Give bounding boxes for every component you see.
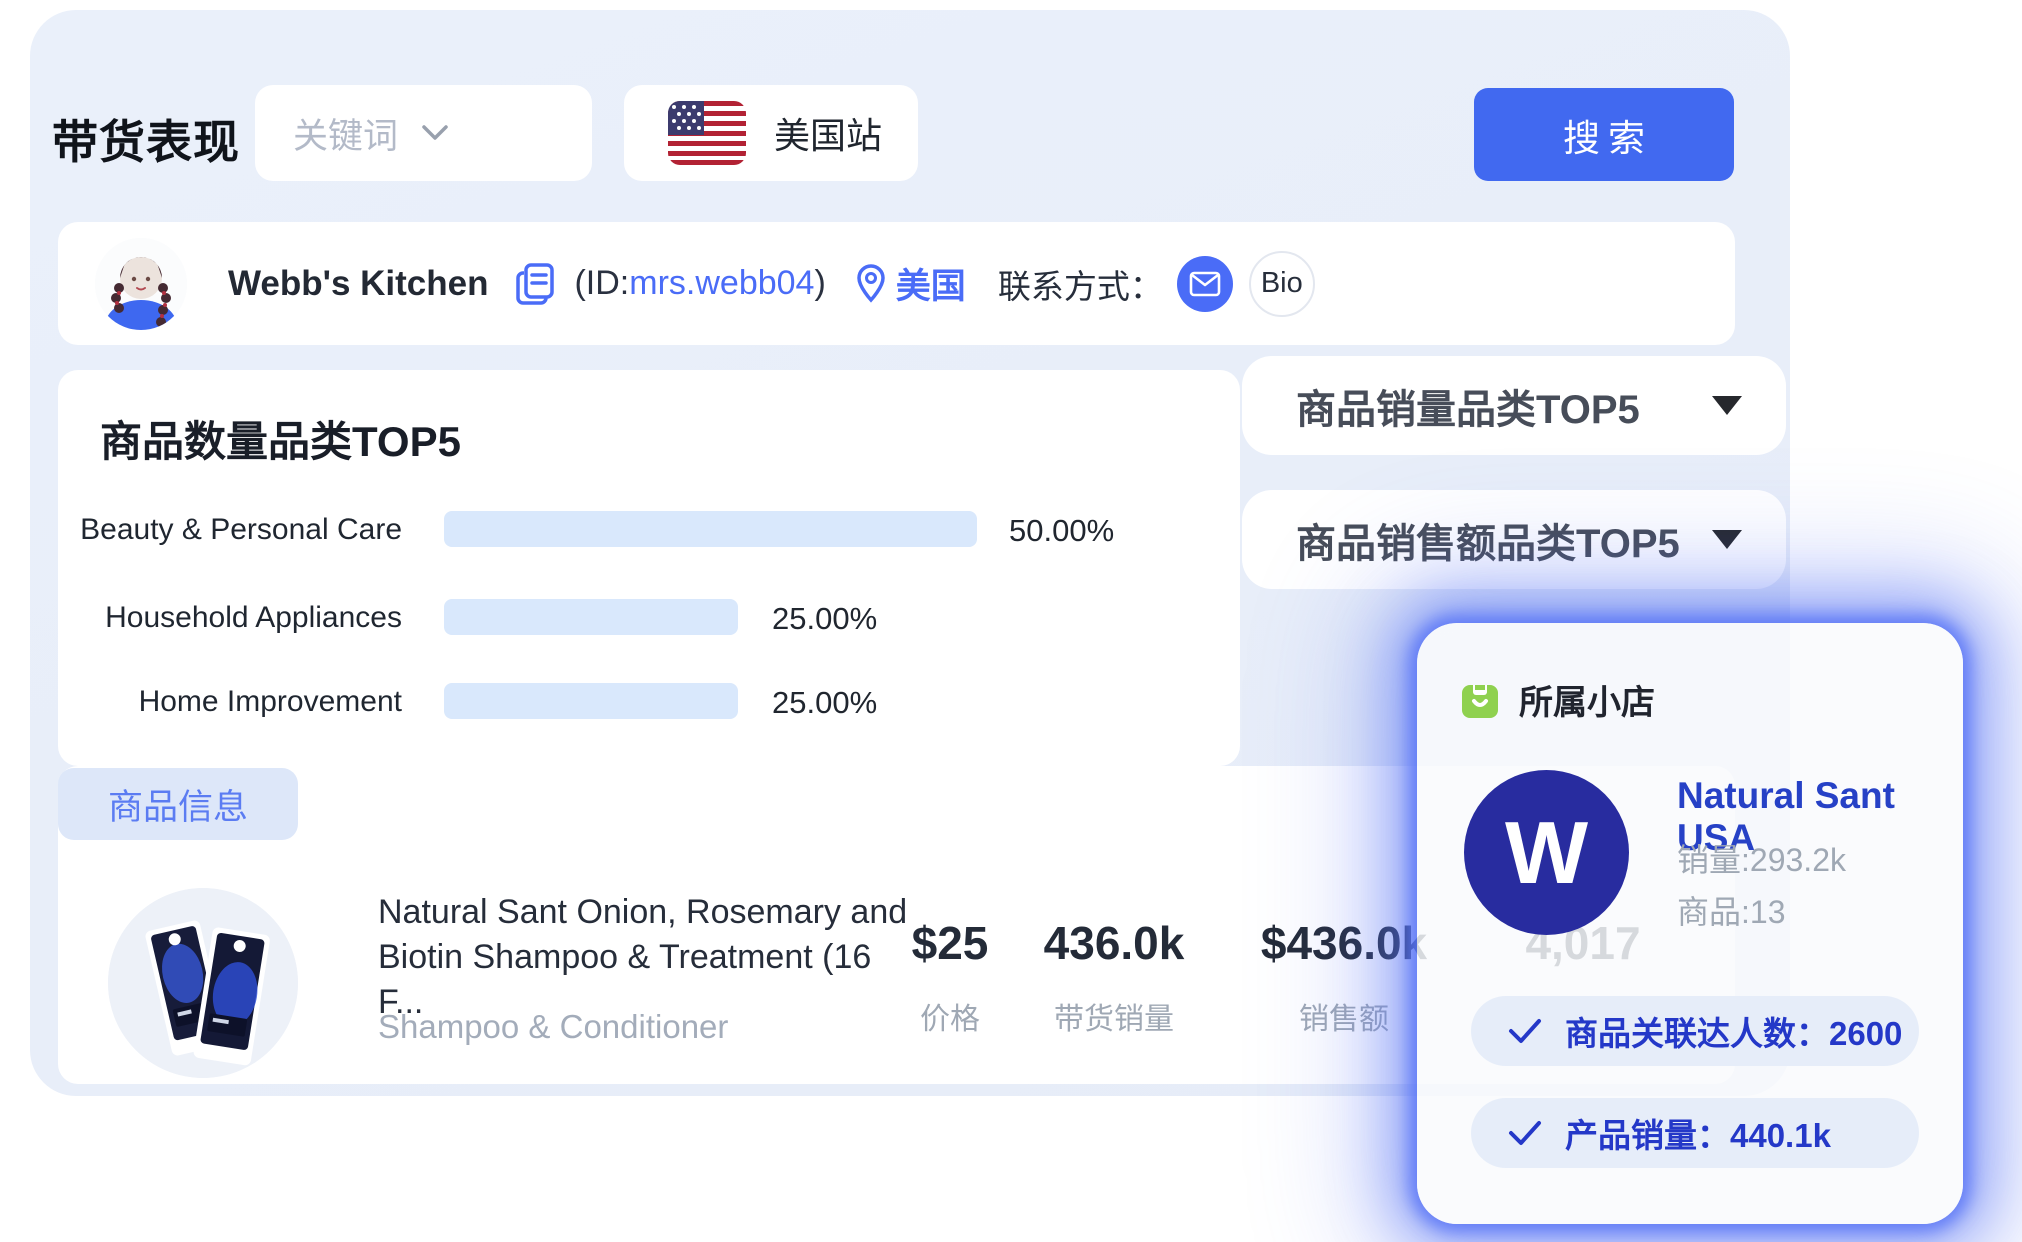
product-title[interactable]: Natural Sant Onion, Rosemary and Biotin … [378,890,923,1025]
site-selector[interactable]: 美国站 [624,85,918,181]
dropdown-sales-top5[interactable]: 商品销量品类TOP5 [1242,356,1786,455]
creator-name: Webb's Kitchen [228,264,488,304]
creator-avatar [95,238,187,330]
metric-sales-volume: 436.0k 带货销量 [1044,916,1185,1038]
page-canvas: 带货表现 关键词 [0,0,2022,1242]
product-category: Shampoo & Conditioner [378,1008,728,1046]
stat-label: 商品关联达人数： [1565,1015,1829,1052]
metric-revenue: $436.0k 销售额 [1261,916,1427,1038]
location-pin-icon [854,262,888,306]
shop-stat-product-sales: 产品销量：440.1k [1471,1098,1919,1168]
shop-stat-creators: 商品关联达人数：2600 [1471,996,1919,1066]
product-image [108,888,298,1078]
dropdown-revenue-top5[interactable]: 商品销售额品类TOP5 [1242,490,1786,589]
shop-bag-icon [1459,679,1501,721]
caret-down-icon [1712,530,1742,549]
creator-id: (ID:mrs.webb04) [574,264,825,303]
shop-products-label: 商品: [1677,894,1750,930]
stat-value: 2600 [1829,1015,1902,1052]
creator-id-link[interactable]: mrs.webb04 [629,264,814,302]
bar-value: 50.00% [1009,513,1114,549]
shop-stat-creators-text: 商品关联达人数：2600 [1565,1007,1902,1055]
metric-price: $25 价格 [912,916,989,1038]
dropdown-revenue-top5-label: 商品销售额品类TOP5 [1296,511,1680,569]
copy-icon[interactable] [514,261,558,307]
bar [444,511,977,547]
site-label: 美国站 [774,107,882,159]
check-icon [1507,1119,1543,1147]
chevron-down-icon [420,123,450,143]
bar-label: Home Improvement [78,685,402,719]
chart-title: 商品数量品类TOP5 [100,408,461,469]
us-flag-icon [668,101,746,165]
shop-products-value: 13 [1750,894,1786,930]
shop-sales-label: 销量: [1677,842,1750,878]
bar-value: 25.00% [772,601,877,637]
shop-avatar: W [1464,770,1629,935]
profile-info-row: Webb's Kitchen (ID:mrs.webb04) 美国 联系方式： [228,222,1315,345]
metric-price-label: 价格 [912,994,989,1038]
dropdown-sales-top5-label: 商品销量品类TOP5 [1296,377,1640,435]
mail-icon [1189,271,1221,297]
creator-location[interactable]: 美国 [896,258,966,309]
bar-value: 25.00% [772,685,877,721]
check-icon [1507,1017,1543,1045]
stat-label: 产品销量： [1565,1117,1730,1154]
bar-label: Household Appliances [78,601,402,635]
bar-label: Beauty & Personal Care [78,513,402,547]
stat-value: 440.1k [1730,1117,1831,1154]
metric-sales-volume-value: 436.0k [1044,916,1185,970]
tab-product-info-label: 商品信息 [108,779,248,830]
bio-label: Bio [1261,267,1303,300]
email-button[interactable] [1177,256,1233,312]
shop-card-title: 所属小店 [1519,675,1655,724]
bio-button[interactable]: Bio [1249,251,1315,317]
metric-revenue-label: 销售额 [1261,994,1427,1038]
shop-card: 所属小店 W Natural Sant USA 销量:293.2k 商品:13 … [1417,623,1963,1224]
search-button[interactable]: 搜索 [1474,88,1734,181]
page-title: 带货表现 [52,106,240,172]
shop-products: 商品:13 [1677,887,1786,933]
metric-sales-volume-label: 带货销量 [1044,994,1185,1038]
tab-product-info[interactable]: 商品信息 [58,768,298,840]
metric-revenue-value: $436.0k [1261,916,1427,970]
id-suffix: ) [814,264,825,302]
search-button-label: 搜索 [1555,108,1653,162]
caret-down-icon [1712,396,1742,415]
shop-sales: 销量:293.2k [1677,835,1846,881]
bar [444,683,738,719]
id-prefix: (ID: [574,264,629,302]
shop-card-header: 所属小店 [1459,675,1655,724]
keyword-placeholder: 关键词 [293,108,398,159]
bar [444,599,738,635]
shop-sales-value: 293.2k [1750,842,1846,878]
metric-price-value: $25 [912,916,989,970]
contact-label: 联系方式： [998,260,1163,308]
shop-avatar-letter: W [1505,802,1588,904]
shop-stat-product-sales-text: 产品销量：440.1k [1565,1109,1831,1157]
keyword-dropdown[interactable]: 关键词 [255,85,592,181]
